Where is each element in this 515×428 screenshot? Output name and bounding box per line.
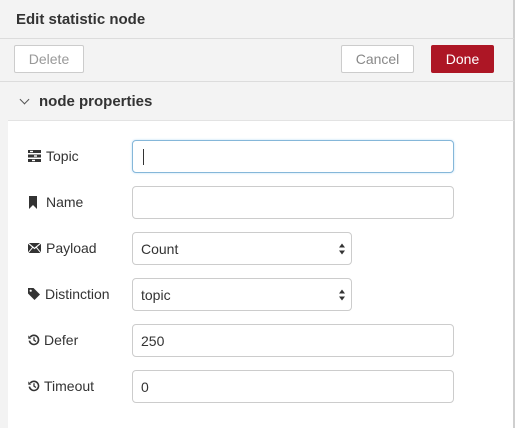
timeout-input[interactable]: 0	[132, 370, 454, 403]
payload-selected: Count	[141, 240, 179, 257]
tray-toolbar: Delete Cancel Done	[0, 39, 515, 82]
defer-label: Defer	[44, 332, 79, 348]
left-strip	[0, 82, 8, 428]
topic-label-row: Topic	[28, 146, 79, 166]
topic-label: Topic	[46, 148, 79, 164]
distinction-selected: topic	[141, 286, 171, 303]
defer-input[interactable]: 250	[132, 324, 454, 357]
envelope-icon	[28, 243, 41, 253]
history-icon	[28, 380, 40, 392]
tasks-icon	[28, 150, 41, 162]
timeout-label: Timeout	[44, 378, 95, 394]
select-arrows-icon	[339, 243, 345, 255]
delete-button[interactable]: Delete	[14, 45, 84, 73]
defer-value: 250	[141, 332, 165, 349]
done-button[interactable]: Done	[431, 45, 494, 73]
tray-title: Edit statistic node	[16, 11, 146, 28]
defer-label-row: Defer	[28, 330, 78, 350]
cancel-button[interactable]: Cancel	[341, 45, 414, 73]
name-label-row: Name	[28, 192, 83, 212]
tag-icon	[28, 288, 40, 300]
chevron-down-icon[interactable]	[19, 94, 30, 105]
select-arrows-icon	[339, 289, 345, 301]
tray-header: Edit statistic node	[0, 0, 515, 39]
payload-label: Payload	[46, 240, 97, 256]
name-input[interactable]	[132, 186, 454, 219]
text-cursor	[143, 148, 144, 165]
payload-label-row: Payload	[28, 238, 97, 258]
distinction-select[interactable]: topic	[132, 278, 352, 311]
distinction-label: Distinction	[45, 286, 110, 302]
payload-select[interactable]: Count	[132, 232, 352, 265]
section-title: node properties	[39, 93, 153, 110]
bookmark-icon	[29, 195, 37, 209]
timeout-value: 0	[141, 378, 149, 395]
timeout-label-row: Timeout	[28, 376, 94, 396]
name-label: Name	[46, 194, 84, 210]
section-header-node-properties[interactable]: node properties	[8, 82, 515, 121]
history-icon	[28, 334, 40, 346]
topic-input[interactable]	[132, 140, 454, 173]
distinction-label-row: Distinction	[28, 284, 110, 304]
